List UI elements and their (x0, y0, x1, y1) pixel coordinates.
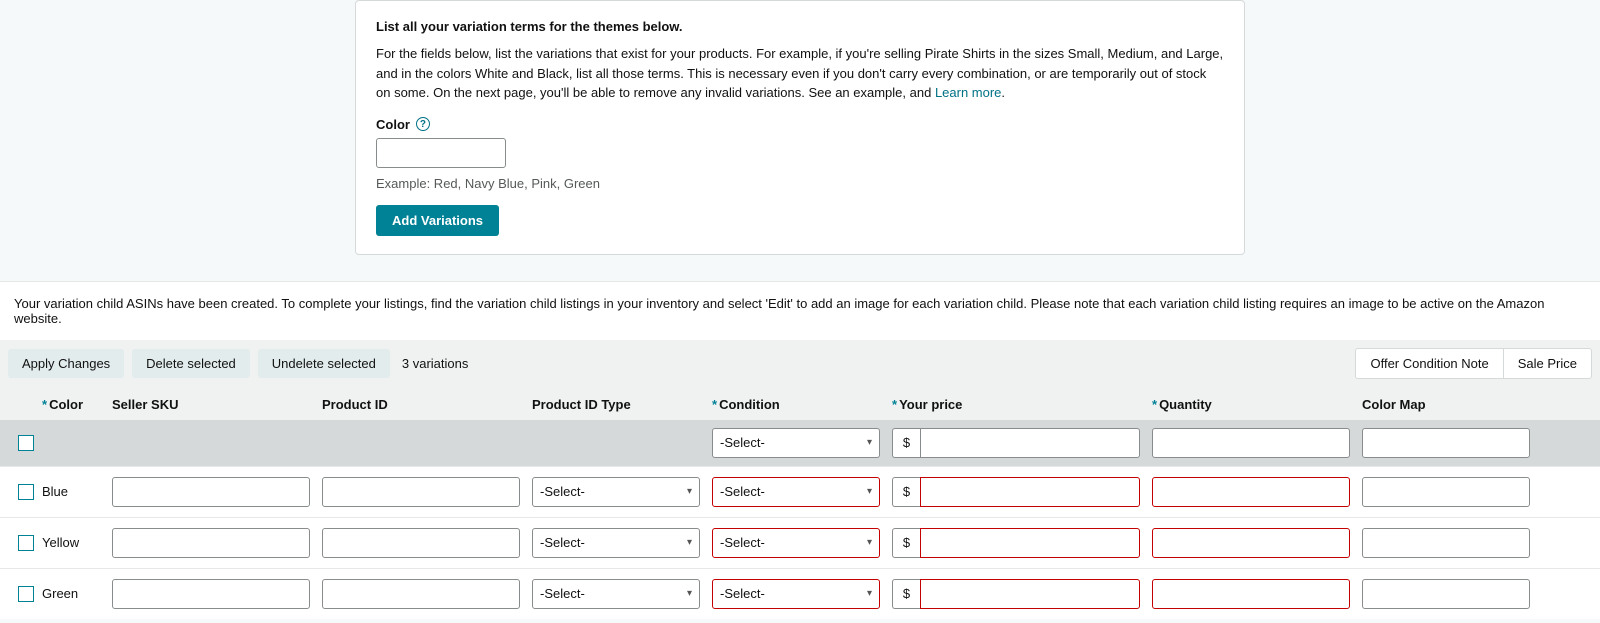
col-price: Your price (899, 397, 962, 412)
price-input[interactable] (920, 579, 1140, 609)
select-all-checkbox[interactable] (18, 435, 34, 451)
chevron-down-icon: ▾ (867, 486, 872, 497)
table-row: Blue -Select- ▾ -Select- ▾ $ (0, 466, 1600, 517)
condition-select[interactable]: -Select- ▾ (712, 528, 880, 558)
panel-description: For the fields below, list the variation… (376, 44, 1224, 103)
bulk-quantity-input[interactable] (1152, 428, 1350, 458)
bulk-edit-row: -Select- ▾ $ (0, 420, 1600, 466)
panel-heading: List all your variation terms for the th… (376, 19, 1224, 34)
variations-table: *Color Seller SKU Product ID Product ID … (0, 387, 1600, 619)
col-color-map: Color Map (1356, 397, 1536, 412)
apply-changes-button[interactable]: Apply Changes (8, 349, 124, 378)
sku-input[interactable] (112, 579, 310, 609)
row-color: Green (42, 586, 78, 601)
color-label-text: Color (376, 117, 410, 132)
product-id-input[interactable] (322, 477, 520, 507)
bulk-condition-select[interactable]: -Select- ▾ (712, 428, 880, 458)
row-checkbox[interactable] (18, 535, 34, 551)
table-row: Yellow -Select- ▾ -Select- ▾ $ (0, 517, 1600, 568)
row-color: Blue (42, 484, 68, 499)
colormap-input[interactable] (1362, 477, 1530, 507)
product-id-type-select[interactable]: -Select- ▾ (532, 579, 700, 609)
select-placeholder: -Select- (720, 535, 765, 550)
condition-select[interactable]: -Select- ▾ (712, 579, 880, 609)
chevron-down-icon: ▾ (687, 486, 692, 497)
currency-symbol: $ (892, 528, 920, 558)
info-banner: Your variation child ASINs have been cre… (0, 282, 1600, 340)
undelete-selected-button[interactable]: Undelete selected (258, 349, 390, 378)
color-example: Example: Red, Navy Blue, Pink, Green (376, 176, 1224, 191)
product-id-type-select[interactable]: -Select- ▾ (532, 528, 700, 558)
colormap-input[interactable] (1362, 579, 1530, 609)
col-quantity: Quantity (1159, 397, 1212, 412)
select-placeholder: -Select- (540, 535, 585, 550)
panel-desc-text: For the fields below, list the variation… (376, 46, 1223, 100)
panel-desc-suffix: . (1001, 85, 1005, 100)
color-input[interactable] (376, 138, 506, 168)
chevron-down-icon: ▾ (867, 537, 872, 548)
col-condition: Condition (719, 397, 780, 412)
currency-symbol: $ (892, 579, 920, 609)
currency-symbol: $ (892, 428, 920, 458)
quantity-input[interactable] (1152, 477, 1350, 507)
chevron-down-icon: ▾ (867, 437, 872, 448)
chevron-down-icon: ▾ (867, 588, 872, 599)
bulk-price-input[interactable] (920, 428, 1140, 458)
delete-selected-button[interactable]: Delete selected (132, 349, 250, 378)
currency-symbol: $ (892, 477, 920, 507)
price-input[interactable] (920, 528, 1140, 558)
col-color: Color (49, 397, 83, 412)
product-id-input[interactable] (322, 579, 520, 609)
select-placeholder: -Select- (720, 586, 765, 601)
color-field-label: Color ? (376, 117, 430, 132)
variation-terms-panel: List all your variation terms for the th… (355, 0, 1245, 255)
help-icon[interactable]: ? (416, 117, 430, 131)
quantity-input[interactable] (1152, 528, 1350, 558)
sku-input[interactable] (112, 528, 310, 558)
chevron-down-icon: ▾ (687, 537, 692, 548)
condition-select[interactable]: -Select- ▾ (712, 477, 880, 507)
row-checkbox[interactable] (18, 484, 34, 500)
select-placeholder: -Select- (540, 586, 585, 601)
col-product-id-type: Product ID Type (526, 397, 706, 412)
offer-condition-note-button[interactable]: Offer Condition Note (1355, 348, 1502, 379)
select-placeholder: -Select- (720, 484, 765, 499)
product-id-type-select[interactable]: -Select- ▾ (532, 477, 700, 507)
table-row: Green -Select- ▾ -Select- ▾ $ (0, 568, 1600, 619)
bulk-colormap-input[interactable] (1362, 428, 1530, 458)
row-checkbox[interactable] (18, 586, 34, 602)
price-input[interactable] (920, 477, 1140, 507)
select-placeholder: -Select- (540, 484, 585, 499)
row-color: Yellow (42, 535, 79, 550)
col-product-id: Product ID (316, 397, 526, 412)
select-placeholder: -Select- (720, 435, 765, 450)
variation-count: 3 variations (402, 356, 468, 371)
add-variations-button[interactable]: Add Variations (376, 205, 499, 236)
sku-input[interactable] (112, 477, 310, 507)
col-sku: Seller SKU (106, 397, 316, 412)
chevron-down-icon: ▾ (687, 588, 692, 599)
toolbar: Apply Changes Delete selected Undelete s… (0, 340, 1600, 387)
colormap-input[interactable] (1362, 528, 1530, 558)
sale-price-button[interactable]: Sale Price (1503, 348, 1592, 379)
quantity-input[interactable] (1152, 579, 1350, 609)
product-id-input[interactable] (322, 528, 520, 558)
table-header-row: *Color Seller SKU Product ID Product ID … (0, 387, 1600, 420)
learn-more-link[interactable]: Learn more (935, 85, 1001, 100)
